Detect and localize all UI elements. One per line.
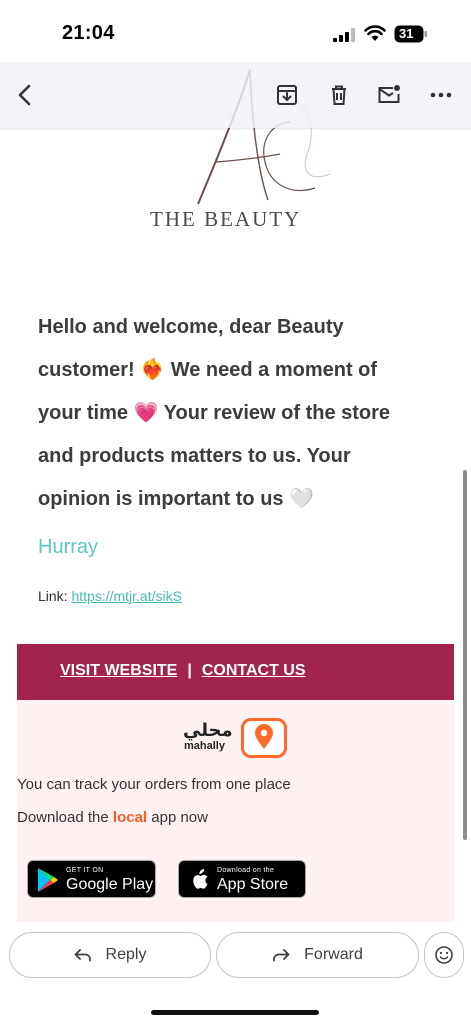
reply-label: Reply bbox=[105, 946, 147, 963]
forward-button[interactable]: Forward bbox=[216, 932, 419, 978]
footer-separator: | bbox=[187, 662, 192, 679]
wifi-icon bbox=[364, 25, 386, 41]
footer-app-promo: محلي mahally You can track your orders f… bbox=[17, 700, 454, 922]
battery-icon: 31 bbox=[394, 25, 428, 43]
link-row: Link: https://mtjr.at/sikS bbox=[38, 588, 196, 604]
app-store-small-text: Download on the bbox=[217, 867, 275, 874]
emoji-reaction-button[interactable] bbox=[424, 932, 464, 978]
back-icon[interactable] bbox=[12, 82, 38, 108]
more-icon[interactable] bbox=[428, 82, 454, 108]
location-pin-icon bbox=[241, 718, 287, 758]
mahally-logo: محلي mahally bbox=[183, 718, 293, 762]
forward-label: Forward bbox=[304, 946, 363, 963]
mahally-brand-english: mahally bbox=[184, 740, 225, 752]
brand-logo-text: THE BEAUTY bbox=[150, 207, 302, 231]
bottom-action-bar: Reply Forward bbox=[0, 932, 471, 1024]
contact-us-link[interactable]: CONTACT US bbox=[202, 662, 306, 679]
white-heart-emoji: 🤍 bbox=[289, 488, 314, 510]
forward-icon bbox=[273, 949, 290, 962]
google-play-icon bbox=[38, 868, 58, 892]
message-line: customer! ❤️‍🔥 We need a moment of bbox=[38, 359, 378, 381]
footer-links-band: VISIT WEBSITE | CONTACT US bbox=[17, 644, 454, 700]
email-toolbar bbox=[0, 62, 471, 128]
link-label: Link: bbox=[38, 588, 72, 604]
app-store-big-text: App Store bbox=[217, 876, 289, 893]
message-line: and products matters to us. Your bbox=[38, 445, 351, 467]
reply-icon bbox=[74, 949, 91, 962]
message-line: Hello and welcome, dear Beauty bbox=[38, 316, 344, 338]
reply-button[interactable]: Reply bbox=[9, 932, 211, 978]
heart-on-fire-emoji: ❤️‍🔥 bbox=[140, 359, 166, 381]
google-play-badge[interactable]: GET IT ON Google Play bbox=[27, 860, 156, 898]
sparkling-heart-emoji: 💗 bbox=[133, 402, 159, 424]
footer-links: VISIT WEBSITE | CONTACT US bbox=[60, 662, 306, 680]
message-line: opinion is important to us 🤍 bbox=[38, 488, 314, 510]
archive-icon[interactable] bbox=[274, 82, 300, 108]
local-highlight: local bbox=[112, 809, 148, 826]
message-line: your time 💗 Your review of the store bbox=[38, 402, 391, 424]
signal-icon bbox=[333, 28, 355, 42]
app-store-badge[interactable]: Download on the App Store bbox=[178, 860, 306, 898]
track-orders-text: You can track your orders from one place bbox=[17, 776, 291, 793]
google-play-small-text: GET IT ON bbox=[66, 867, 104, 874]
scrollbar[interactable] bbox=[463, 470, 467, 840]
apple-icon bbox=[193, 868, 208, 889]
email-message: Hello and welcome, dear Beauty customer!… bbox=[38, 306, 438, 521]
google-play-big-text: Google Play bbox=[66, 876, 154, 893]
trash-icon[interactable] bbox=[326, 82, 352, 108]
download-app-text: Download the local app now bbox=[17, 809, 208, 826]
mail-unread-icon[interactable] bbox=[376, 82, 402, 108]
status-bar: 21:04 31 bbox=[0, 0, 471, 62]
mahally-brand-arabic: محلي bbox=[183, 720, 233, 740]
email-body: THE BEAUTY Hello and welcome, dear Beaut… bbox=[0, 62, 471, 932]
battery-level: 31 bbox=[399, 26, 414, 41]
visit-website-link[interactable]: VISIT WEBSITE bbox=[60, 662, 177, 679]
status-time: 21:04 bbox=[62, 22, 115, 44]
home-indicator bbox=[151, 1010, 319, 1015]
review-link[interactable]: https://mtjr.at/sikS bbox=[71, 588, 196, 604]
smiley-icon bbox=[435, 946, 453, 964]
hurray-text: Hurray bbox=[38, 536, 99, 558]
